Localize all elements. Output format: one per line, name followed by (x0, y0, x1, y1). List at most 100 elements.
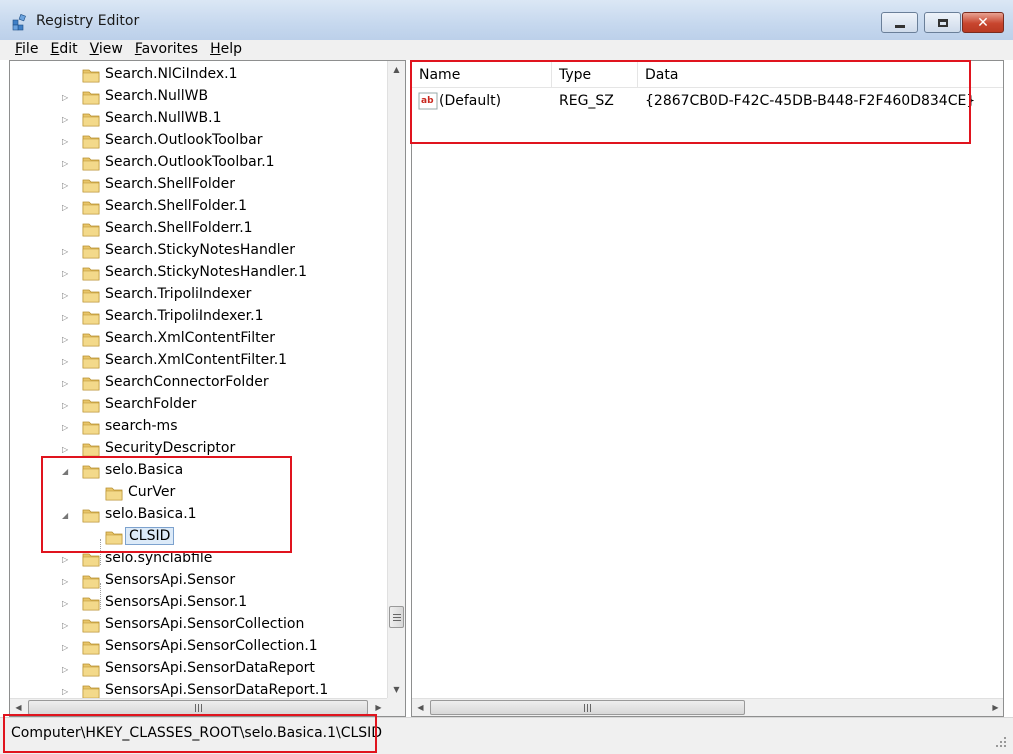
expand-arrow-icon[interactable]: ▷ (62, 181, 70, 190)
collapse-arrow-icon[interactable]: ◢ (62, 467, 70, 476)
tree-item-label: Search.NullWB (105, 88, 209, 104)
tree-vertical-scrollbar[interactable]: ▲ ▼ (387, 61, 405, 698)
column-header-name[interactable]: Name (412, 61, 552, 87)
tree-item[interactable]: ▷ Search.TripoliIndexer.1 (10, 306, 387, 328)
folder-icon (81, 198, 101, 216)
menu-help[interactable]: Help (204, 40, 248, 60)
tree-item[interactable]: ▷ SearchConnectorFolder (10, 372, 387, 394)
tree-item[interactable]: ▷ SensorsApi.SensorDataReport.1 (10, 680, 387, 698)
expand-arrow-icon[interactable]: ▷ (62, 687, 70, 696)
expand-arrow-icon[interactable]: ▷ (62, 401, 70, 410)
expand-arrow-icon[interactable]: ▷ (62, 115, 70, 124)
tree-item[interactable]: ◢ selo.Basica.1 (10, 504, 387, 526)
resize-grip-icon[interactable] (995, 736, 1007, 748)
column-header-type[interactable]: Type (552, 61, 638, 87)
tree-item[interactable]: ▷ Search.NullWB.1 (10, 108, 387, 130)
expand-arrow-icon[interactable]: ▷ (62, 665, 70, 674)
tree-horizontal-scroll-thumb[interactable] (28, 700, 368, 715)
values-horizontal-scroll-thumb[interactable] (430, 700, 745, 715)
tree-item[interactable]: ▷ Search.NullWB (10, 86, 387, 108)
title-bar[interactable]: Registry Editor ✕ (0, 0, 1013, 40)
expand-arrow-icon[interactable]: ▷ (62, 269, 70, 278)
scroll-right-arrow-icon[interactable]: ▶ (370, 699, 387, 716)
expand-arrow-icon[interactable]: ▷ (62, 203, 70, 212)
expand-arrow-icon[interactable]: ▷ (62, 247, 70, 256)
tree-item[interactable]: ▷ Search.ShellFolder.1 (10, 196, 387, 218)
scroll-right-arrow-icon[interactable]: ▶ (987, 699, 1003, 716)
tree-vertical-scroll-thumb[interactable] (389, 606, 404, 628)
tree-item[interactable]: Search.NlCiIndex.1 (10, 64, 387, 86)
registry-key-tree[interactable]: Search.NlCiIndex.1 ▷ Search.NullWB ▷ Search.… (9, 60, 406, 717)
scroll-down-arrow-icon[interactable]: ▼ (388, 681, 405, 698)
expand-arrow-icon[interactable]: ▷ (62, 313, 70, 322)
tree-item[interactable]: ▷ Search.StickyNotesHandler (10, 240, 387, 262)
tree-item[interactable]: ▷ Search.XmlContentFilter (10, 328, 387, 350)
expand-arrow-icon[interactable]: ▷ (62, 445, 70, 454)
tree-item[interactable]: ◢ selo.Basica (10, 460, 387, 482)
minimize-button[interactable] (881, 12, 918, 33)
menu-view[interactable]: View (84, 40, 129, 60)
folder-icon (81, 286, 101, 304)
tree-item[interactable]: ▷ Search.OutlookToolbar.1 (10, 152, 387, 174)
thumb-grip-icon (393, 620, 401, 621)
status-key-path: Computer\HKEY_CLASSES_ROOT\selo.Basica.1… (11, 725, 383, 741)
tree-item-label: SecurityDescriptor (105, 440, 236, 456)
maximize-button[interactable] (924, 12, 961, 33)
scroll-up-arrow-icon[interactable]: ▲ (388, 61, 405, 78)
tree-item[interactable]: ▷ Search.TripoliIndexer (10, 284, 387, 306)
value-row[interactable]: ab (Default) REG_SZ {2867CB0D-F42C-45DB-… (412, 90, 1003, 112)
tree-item[interactable]: ▷ SensorsApi.SensorCollection.1 (10, 636, 387, 658)
tree-item[interactable]: CLSID (10, 526, 387, 548)
tree-rows: Search.NlCiIndex.1 ▷ Search.NullWB ▷ Search.… (10, 61, 387, 698)
folder-icon (81, 374, 101, 392)
tree-item[interactable]: ▷ Search.OutlookToolbar (10, 130, 387, 152)
menu-edit[interactable]: Edit (44, 40, 83, 60)
tree-item[interactable]: ▷ search-ms (10, 416, 387, 438)
tree-item[interactable]: ▷ SensorsApi.SensorCollection (10, 614, 387, 636)
close-button[interactable]: ✕ (962, 12, 1004, 33)
expand-arrow-icon[interactable]: ▷ (62, 555, 70, 564)
tree-item-label: Search.OutlookToolbar.1 (105, 154, 275, 170)
expand-arrow-icon[interactable]: ▷ (62, 577, 70, 586)
tree-item[interactable]: Search.ShellFolderr.1 (10, 218, 387, 240)
expand-arrow-icon[interactable]: ▷ (62, 621, 70, 630)
tree-connector-line (100, 539, 101, 565)
tree-item[interactable]: ▷ SensorsApi.Sensor.1 (10, 592, 387, 614)
tree-item[interactable]: ▷ SensorsApi.Sensor (10, 570, 387, 592)
tree-item[interactable]: ▷ SensorsApi.SensorDataReport (10, 658, 387, 680)
menu-favorites[interactable]: Favorites (129, 40, 204, 60)
folder-icon (81, 242, 101, 260)
expand-arrow-icon[interactable]: ▷ (62, 335, 70, 344)
expand-arrow-icon[interactable]: ▷ (62, 93, 70, 102)
expand-arrow-icon[interactable]: ▷ (62, 159, 70, 168)
tree-horizontal-scrollbar[interactable]: ◀ ▶ (10, 698, 387, 716)
expand-arrow-icon[interactable]: ▷ (62, 599, 70, 608)
column-header-data[interactable]: Data (638, 61, 1003, 87)
scroll-left-arrow-icon[interactable]: ◀ (412, 699, 429, 716)
expand-arrow-icon[interactable]: ▷ (62, 379, 70, 388)
string-value-icon: ab (418, 92, 438, 110)
values-horizontal-scrollbar[interactable]: ◀ ▶ (412, 698, 1003, 716)
scroll-left-arrow-icon[interactable]: ◀ (10, 699, 27, 716)
expand-arrow-icon[interactable]: ▷ (62, 357, 70, 366)
expand-arrow-icon[interactable]: ▷ (62, 291, 70, 300)
tree-item[interactable]: ▷ SecurityDescriptor (10, 438, 387, 460)
expand-arrow-icon[interactable]: ▷ (62, 137, 70, 146)
tree-item[interactable]: ▷ Search.ShellFolder (10, 174, 387, 196)
folder-icon (81, 506, 101, 524)
folder-icon (104, 528, 124, 546)
value-name: (Default) (439, 93, 502, 109)
tree-item[interactable]: ▷ selo.synclabfile (10, 548, 387, 570)
tree-item[interactable]: ▷ SearchFolder (10, 394, 387, 416)
menu-file[interactable]: File (9, 40, 44, 60)
expand-arrow-icon (62, 225, 70, 234)
thumb-grip-icon (195, 704, 196, 712)
tree-item[interactable]: ▷ Search.StickyNotesHandler.1 (10, 262, 387, 284)
collapse-arrow-icon[interactable]: ◢ (62, 511, 70, 520)
registry-values-list[interactable]: Name Type Data ab (Default) REG_SZ {2867… (411, 60, 1004, 717)
tree-item-label: SearchConnectorFolder (105, 374, 269, 390)
expand-arrow-icon[interactable]: ▷ (62, 643, 70, 652)
tree-item[interactable]: ▷ Search.XmlContentFilter.1 (10, 350, 387, 372)
tree-item[interactable]: CurVer (10, 482, 387, 504)
expand-arrow-icon[interactable]: ▷ (62, 423, 70, 432)
